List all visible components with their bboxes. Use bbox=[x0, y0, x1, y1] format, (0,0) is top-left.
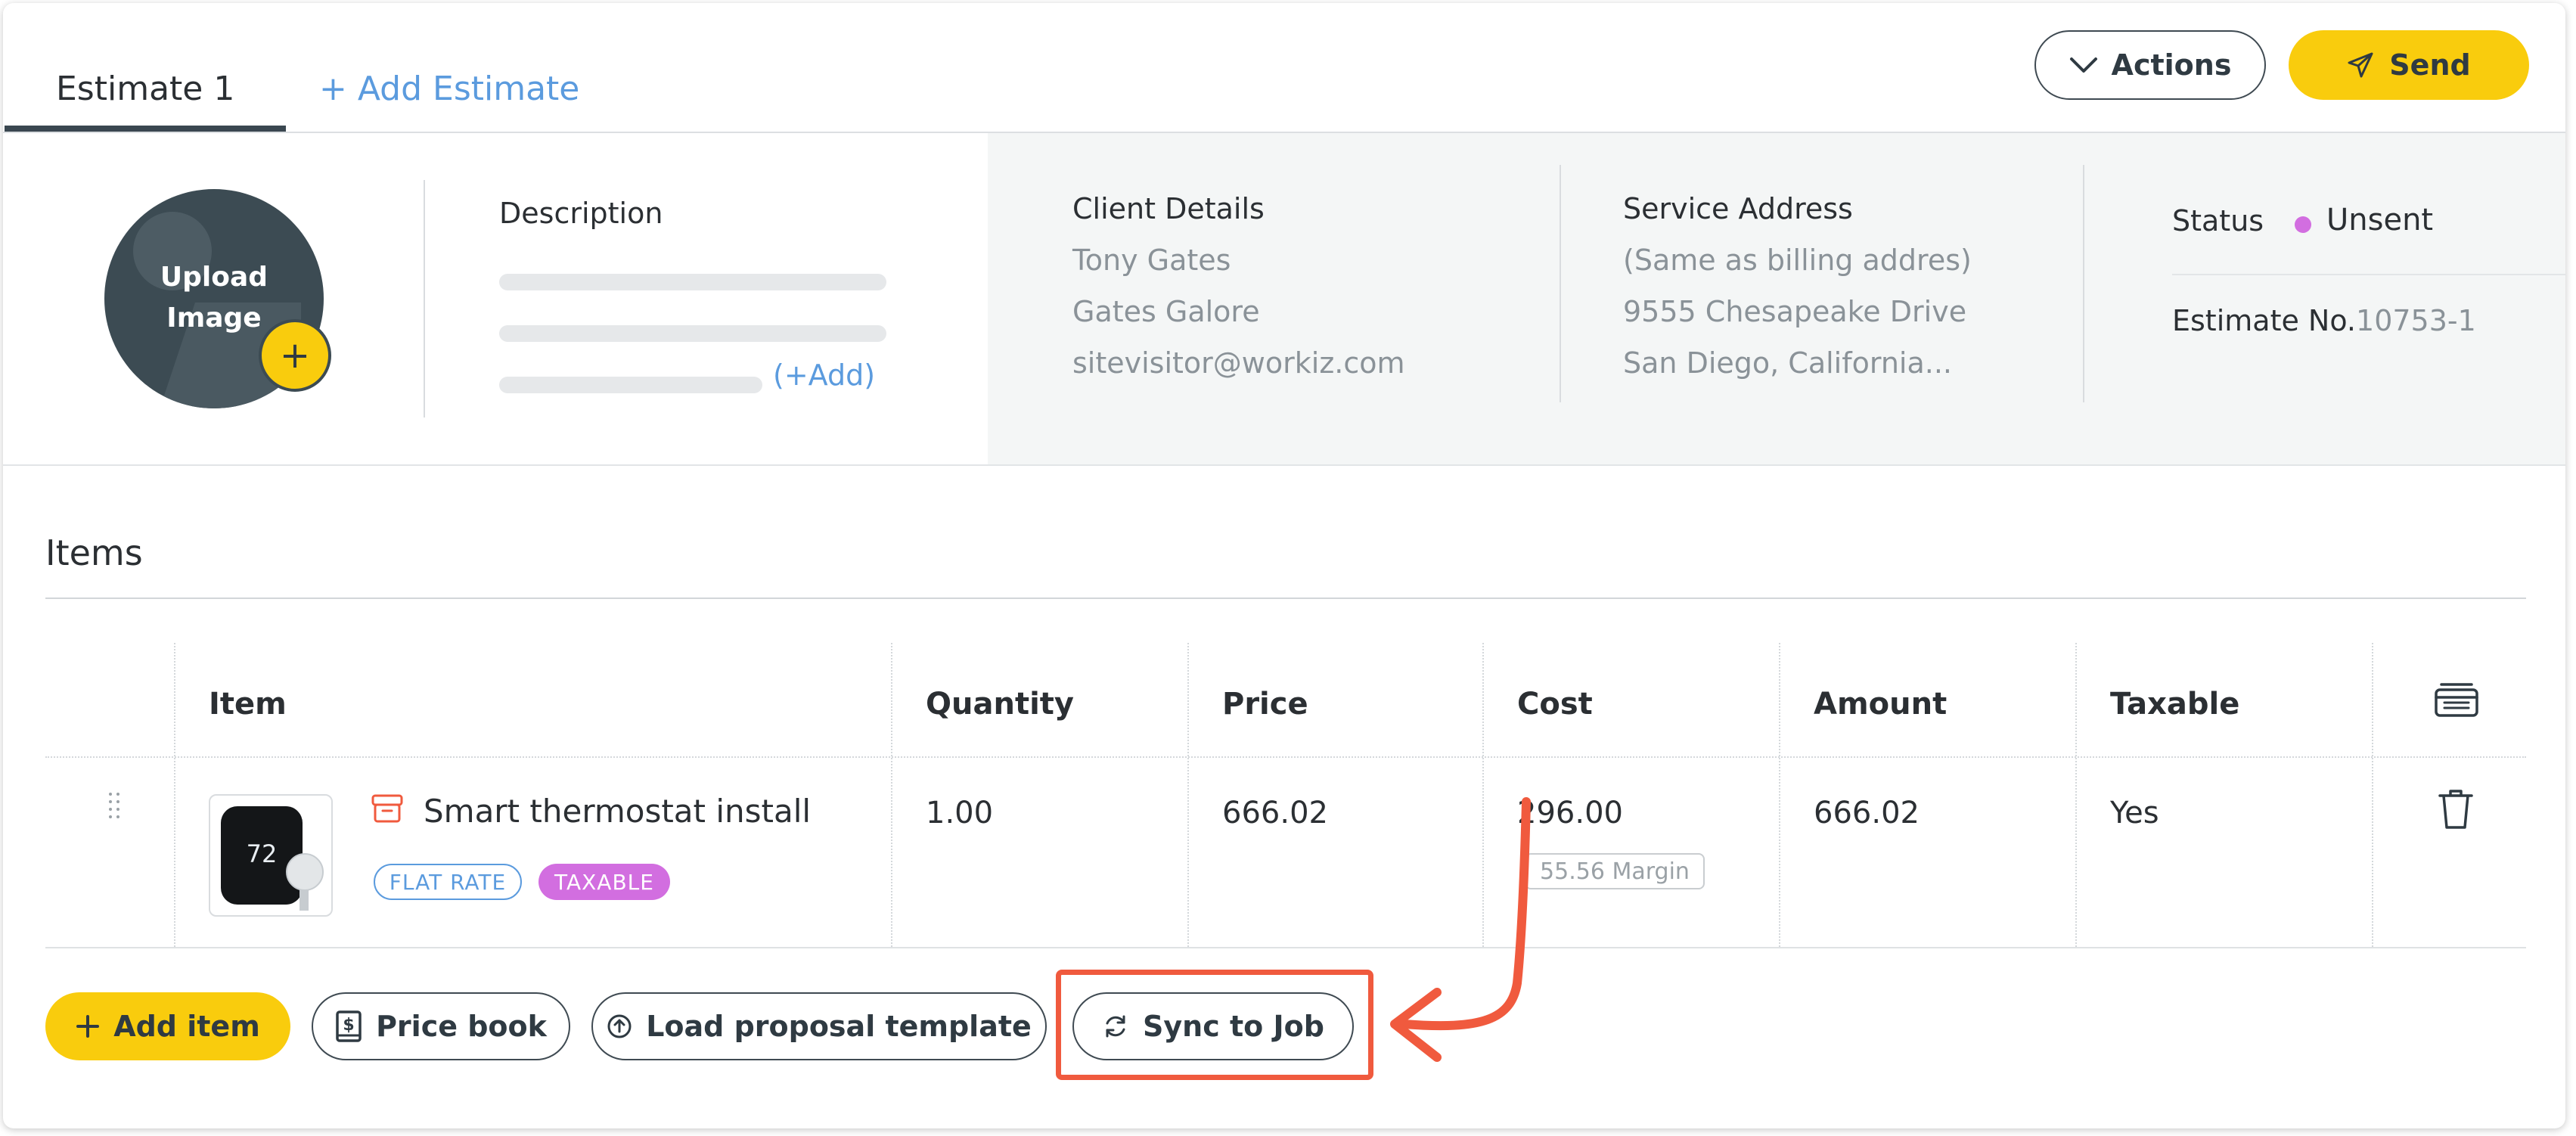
item-amount: 666.02 bbox=[1814, 796, 1920, 830]
status-value: Unsent bbox=[2326, 203, 2434, 237]
send-icon bbox=[2348, 52, 2373, 78]
actions-button[interactable]: Actions bbox=[2034, 30, 2266, 100]
column-header-amount: Amount bbox=[1814, 687, 1948, 722]
column-header-quantity: Quantity bbox=[926, 687, 1074, 722]
estimate-card: Estimate 1 + Add Estimate Actions Send U… bbox=[3, 3, 2565, 1128]
add-estimate-tab[interactable]: + Add Estimate bbox=[319, 70, 579, 108]
taxable-badge: TAXABLE bbox=[538, 864, 670, 900]
service-address-title: Service Address bbox=[1623, 192, 1853, 225]
column-header-item: Item bbox=[209, 687, 287, 722]
item-taxable[interactable]: Yes bbox=[2110, 796, 2159, 830]
status-divider bbox=[2172, 274, 2565, 275]
send-button[interactable]: Send bbox=[2289, 30, 2529, 100]
column-line bbox=[2075, 643, 2077, 947]
column-line bbox=[2372, 643, 2373, 947]
column-header-price: Price bbox=[1222, 687, 1308, 722]
upload-icon bbox=[607, 1014, 632, 1038]
column-line bbox=[1779, 643, 1780, 947]
plus-icon[interactable]: + bbox=[259, 319, 331, 392]
drag-handle-icon[interactable] bbox=[107, 791, 123, 824]
price-book-label: Price book bbox=[376, 1010, 547, 1043]
trash-icon[interactable] bbox=[2437, 788, 2475, 830]
info-divider-vertical bbox=[1560, 165, 1561, 402]
description-skeleton-line bbox=[499, 325, 886, 342]
svg-text:$: $ bbox=[343, 1016, 354, 1035]
client-name: Tony Gates bbox=[1072, 244, 1231, 277]
upload-label-line1: Upload bbox=[160, 262, 268, 293]
price-book-icon: $ bbox=[336, 1010, 362, 1042]
columns-icon[interactable] bbox=[2434, 682, 2479, 719]
service-address-note: (Same as billing addres) bbox=[1623, 244, 1972, 277]
estimate-number-label: Estimate No. bbox=[2172, 304, 2357, 337]
sensor-image bbox=[286, 853, 324, 891]
sensor-stand bbox=[299, 889, 309, 911]
add-description-link[interactable]: (+Add) bbox=[773, 358, 875, 392]
load-proposal-template-label: Load proposal template bbox=[646, 1010, 1032, 1043]
add-item-label: Add item bbox=[113, 1010, 260, 1043]
item-quantity[interactable]: 1.00 bbox=[926, 796, 993, 830]
tab-estimate-1-label: Estimate 1 bbox=[56, 70, 235, 108]
send-label: Send bbox=[2389, 48, 2471, 82]
items-section-title: Items bbox=[45, 532, 143, 573]
status-dot bbox=[2295, 216, 2311, 233]
item-thumbnail: 72 bbox=[209, 794, 333, 917]
service-address-city: San Diego, California... bbox=[1623, 346, 1952, 380]
annotation-highlight-box bbox=[1056, 970, 1373, 1080]
description-skeleton-line bbox=[499, 377, 762, 393]
service-address-street: 9555 Chesapeake Drive bbox=[1623, 295, 1967, 328]
column-line bbox=[174, 643, 175, 947]
description-label: Description bbox=[499, 197, 663, 230]
client-email: sitevisitor@workiz.com bbox=[1072, 346, 1405, 380]
add-item-button[interactable]: Add item bbox=[45, 992, 290, 1060]
flat-rate-badge: FLAT RATE bbox=[374, 864, 522, 900]
info-divider-vertical bbox=[2083, 165, 2084, 402]
load-proposal-template-button[interactable]: Load proposal template bbox=[591, 992, 1047, 1060]
items-divider bbox=[45, 597, 2526, 599]
item-cost[interactable]: 296.00 bbox=[1517, 796, 1623, 830]
actions-label: Actions bbox=[2111, 48, 2232, 82]
column-line bbox=[891, 643, 892, 947]
table-row-divider bbox=[45, 947, 2526, 948]
column-header-cost: Cost bbox=[1517, 687, 1593, 722]
price-book-button[interactable]: $ Price book bbox=[312, 992, 570, 1060]
header-divider bbox=[424, 180, 425, 417]
item-price[interactable]: 666.02 bbox=[1222, 796, 1328, 830]
description-skeleton-line bbox=[499, 274, 886, 290]
client-details-title: Client Details bbox=[1072, 192, 1265, 225]
plus-icon bbox=[76, 1015, 100, 1038]
tab-estimate-1[interactable]: Estimate 1 bbox=[5, 70, 286, 132]
estimate-number-value: 10753-1 bbox=[2356, 304, 2476, 337]
column-line bbox=[1187, 643, 1189, 947]
margin-badge: 55.56 Margin bbox=[1525, 853, 1705, 889]
column-line bbox=[1482, 643, 1484, 947]
client-company: Gates Galore bbox=[1072, 295, 1260, 328]
status-label: Status bbox=[2172, 204, 2264, 237]
column-header-taxable: Taxable bbox=[2110, 687, 2240, 722]
chevron-down-icon bbox=[2069, 57, 2097, 73]
info-divider bbox=[3, 464, 2565, 466]
item-name[interactable]: Smart thermostat install bbox=[424, 793, 811, 830]
item-type-icon bbox=[371, 794, 403, 823]
table-header-divider bbox=[45, 756, 2526, 758]
estimate-number-row: Estimate No.10753-1 bbox=[2172, 304, 2476, 337]
thermostat-image: 72 bbox=[221, 806, 303, 905]
